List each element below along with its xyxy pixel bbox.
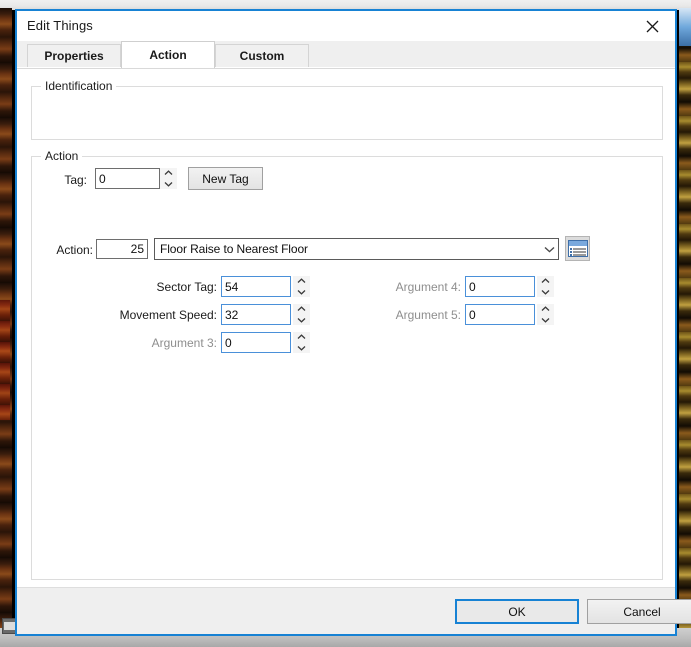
- edit-things-dialog: Edit Things Properties Action Custom Ide…: [15, 9, 691, 636]
- identification-group-label: Identification: [41, 79, 117, 93]
- tab-properties[interactable]: Properties: [27, 44, 121, 67]
- dialog-title: Edit Things: [27, 18, 93, 33]
- cancel-button[interactable]: Cancel: [587, 599, 691, 624]
- dialog-footer: OK Cancel: [17, 587, 691, 634]
- argument-4-spinner[interactable]: [537, 276, 554, 297]
- tab-custom[interactable]: Custom: [215, 44, 309, 67]
- tab-action-label: Action: [149, 48, 187, 62]
- argument-2-label: Movement Speed:: [119, 308, 217, 322]
- action-group-label: Action: [41, 149, 83, 163]
- argument-1-spinner-up[interactable]: [293, 276, 310, 287]
- backdrop-left-texture-red: [0, 300, 10, 420]
- argument-1-spinner[interactable]: [293, 276, 310, 297]
- ok-button[interactable]: OK: [455, 599, 579, 624]
- argument-3-spinner-up[interactable]: [293, 332, 310, 343]
- argument-4-input[interactable]: [465, 276, 535, 297]
- tab-strip: Properties Action Custom: [17, 41, 675, 68]
- action-browser-button[interactable]: [565, 236, 590, 261]
- backdrop-right-swatch: [679, 8, 691, 46]
- action-label: Action:: [56, 243, 93, 257]
- dialog-body: Identification Tag: New Tag Action Actio…: [17, 68, 675, 587]
- argument-3-spinner[interactable]: [293, 332, 310, 353]
- action-group: Action: [31, 149, 663, 580]
- argument-2-spinner[interactable]: [293, 304, 310, 325]
- tab-properties-label: Properties: [44, 49, 104, 63]
- argument-5-spinner[interactable]: [537, 304, 554, 325]
- argument-2-spinner-up[interactable]: [293, 304, 310, 315]
- argument-2-input[interactable]: [221, 304, 291, 325]
- close-button[interactable]: [630, 11, 675, 41]
- argument-4-spinner-down[interactable]: [537, 287, 554, 298]
- tab-custom-label: Custom: [239, 49, 285, 63]
- action-number-input[interactable]: [96, 239, 148, 259]
- argument-1-spinner-down[interactable]: [293, 287, 310, 298]
- argument-3-input[interactable]: [221, 332, 291, 353]
- argument-3-spinner-down[interactable]: [293, 343, 310, 354]
- chevron-down-icon: [540, 246, 558, 253]
- argument-5-spinner-up[interactable]: [537, 304, 554, 315]
- argument-4-label: Argument 4:: [395, 280, 461, 294]
- argument-2-spinner-down[interactable]: [293, 315, 310, 326]
- action-browser-icon: [567, 240, 588, 257]
- argument-5-label: Argument 5:: [395, 308, 461, 322]
- ok-button-label: OK: [508, 604, 526, 619]
- argument-4-spinner-up[interactable]: [537, 276, 554, 287]
- argument-1-label: Sector Tag:: [156, 280, 217, 294]
- argument-3-label: Argument 3:: [151, 336, 217, 350]
- argument-5-input[interactable]: [465, 304, 535, 325]
- argument-1-input[interactable]: [221, 276, 291, 297]
- action-select-value: Floor Raise to Nearest Floor: [160, 242, 308, 256]
- tab-strip-filler: [309, 44, 675, 67]
- tab-action[interactable]: Action: [121, 41, 215, 68]
- backdrop-right-texture: [679, 8, 691, 647]
- close-icon: [646, 20, 659, 33]
- action-select[interactable]: Floor Raise to Nearest Floor: [154, 238, 559, 260]
- identification-group: Identification: [31, 79, 663, 140]
- dialog-titlebar[interactable]: Edit Things: [17, 11, 675, 41]
- argument-5-spinner-down[interactable]: [537, 315, 554, 326]
- cancel-button-label: Cancel: [623, 604, 661, 619]
